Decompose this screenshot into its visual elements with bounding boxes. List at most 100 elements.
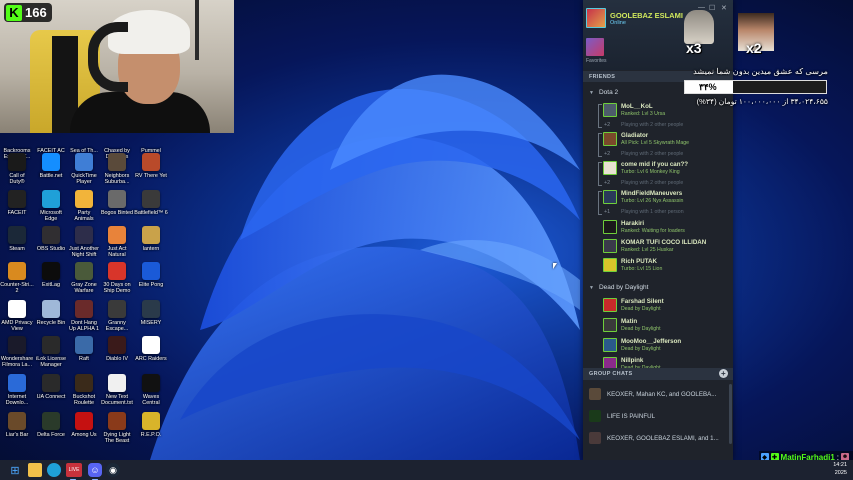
edge-icon[interactable]: [47, 463, 61, 477]
desktop-icon-label: Battlefield™ 6: [134, 210, 168, 216]
desktop-icon[interactable]: AMD Privacy View: [0, 300, 34, 332]
waves-icon: [142, 374, 160, 392]
party-count: +2: [604, 122, 611, 128]
desktop-icon[interactable]: Neighbors Suburba...: [100, 153, 134, 185]
desktop-icon[interactable]: Dont Hang Up ALPHA 1: [67, 300, 101, 332]
friend-row[interactable]: Gladiator All Pick: Lvl 5 Skywrath Mage: [583, 130, 733, 150]
desktop-icon[interactable]: 30 Days on Ship Demo: [100, 262, 134, 294]
desktop-icon[interactable]: Sea of Th...: [67, 128, 101, 154]
desktop-icon[interactable]: iLok License Manager: [34, 336, 68, 368]
desktop-icon[interactable]: Among Us: [67, 412, 101, 438]
desktop-icon[interactable]: FACEIT: [0, 190, 34, 216]
taskbar: ⊞ LIVE ☺ ◉ 14:21 2025: [0, 460, 853, 480]
profile-status[interactable]: Online: [610, 20, 626, 26]
desktop-icon[interactable]: ExitLag: [34, 262, 68, 288]
desktop-icon[interactable]: Party Animals: [67, 190, 101, 222]
desktop-icon[interactable]: Raft: [67, 336, 101, 362]
desktop-icon[interactable]: Buckshot Roulette: [67, 374, 101, 406]
edge-icon: [42, 190, 60, 208]
friend-row[interactable]: Matin Dead by Daylight: [583, 316, 733, 336]
desktop-icon[interactable]: Diablo IV: [100, 336, 134, 362]
folder-icon[interactable]: [28, 463, 42, 477]
friend-status: Ranked: Lvl 25 Huskar: [621, 247, 674, 253]
friend-row[interactable]: Rich PUTAK Turbo: Lvl 15 Lion: [583, 256, 733, 276]
maximize-icon[interactable]: ☐: [709, 4, 715, 12]
add-group-chat-icon[interactable]: +: [719, 369, 728, 378]
desktop-icon[interactable]: Microsoft Edge: [34, 190, 68, 222]
arc-raiders-icon: [142, 336, 160, 354]
friend-row[interactable]: come mid if you can?? Turbo: Lvl 6 Monkey…: [583, 159, 733, 179]
desktop-icon[interactable]: Just Another Night Shift: [67, 226, 101, 258]
friend-status: Ranked: Lvl 3 Ursa: [621, 111, 666, 117]
desktop-icon[interactable]: Counter-Stri... 2: [0, 262, 34, 294]
amd-icon: [8, 300, 26, 318]
desktop-icon[interactable]: Granny Escape...: [100, 300, 134, 332]
desktop-icon[interactable]: QuickTime Player: [67, 153, 101, 185]
group-chat-row[interactable]: KEOXER, GOOLEBAZ ESLAMI, and 1...: [583, 428, 728, 448]
desktop-icon[interactable]: Waves Central: [134, 374, 168, 406]
profile-avatar[interactable]: [586, 8, 606, 28]
desktop-icon-label: FACEIT: [7, 210, 27, 216]
desktop-icon[interactable]: Call of Duty®: [0, 153, 34, 185]
close-icon[interactable]: ✕: [721, 4, 727, 12]
system-clock[interactable]: 14:21 2025: [833, 462, 847, 477]
friend-row[interactable]: KOMAR TUFI COCO ILLIDAN Ranked: Lvl 25 Hu…: [583, 237, 733, 257]
desktop-icon[interactable]: Bogos Binted: [100, 190, 134, 216]
group-chats-header[interactable]: GROUP CHATS +: [583, 368, 733, 380]
desktop-icon[interactable]: ARC Raiders: [134, 336, 168, 362]
friend-status: Turbo: Lvl 26 Nyx Assassin: [621, 198, 684, 204]
desktop-icon[interactable]: Steam: [0, 226, 34, 252]
desktop-icon[interactable]: MISERY: [134, 300, 168, 326]
friend-row[interactable]: MooMoo__Jefferson Dead by Daylight: [583, 336, 733, 356]
favorite-friend-avatar[interactable]: [586, 38, 604, 56]
grayzone-icon: [75, 262, 93, 280]
friend-row[interactable]: MindFieldManeuvers Turbo: Lvl 26 Nyx Assa…: [583, 188, 733, 208]
group-chat-row[interactable]: LIFE IS PAINFUL: [583, 406, 728, 426]
windows-icon[interactable]: ⊞: [8, 463, 22, 477]
group-chat-avatar: [589, 432, 601, 444]
group-chat-row[interactable]: KEOXER, Mahan KC, and GOOLEBA...: [583, 384, 728, 404]
desktop-icon[interactable]: FACEIT AC: [34, 128, 68, 154]
party-text: Playing with 2 other people: [621, 151, 684, 157]
neighbors-icon: [108, 153, 126, 171]
desktop-icon-label: Diablo IV: [106, 356, 128, 362]
desktop-icon[interactable]: RV There Yet: [134, 153, 168, 179]
desktop-icon[interactable]: Recycle Bin: [34, 300, 68, 326]
desktop-icon[interactable]: Elite Pong: [134, 262, 168, 288]
chevron-down-icon: ▼: [589, 284, 594, 291]
desktop-icon[interactable]: OBS Studio: [34, 226, 68, 252]
text-doc-icon: [108, 374, 126, 392]
desktop-icon[interactable]: Dying Light The Beast: [100, 412, 134, 444]
friend-row[interactable]: Harakiri Ranked: Waiting for loaders: [583, 218, 733, 238]
profile-name[interactable]: GOOLEBAZ ESLAMI: [610, 11, 683, 20]
desktop-icon-label: MISERY: [140, 320, 162, 326]
desktop-icon-label: Bogos Binted: [100, 210, 134, 216]
group-dead-by-daylight[interactable]: ▼ Dead by Daylight: [583, 282, 733, 293]
discord-icon[interactable]: ☺: [88, 463, 102, 480]
group-chat-scrollbar[interactable]: [729, 384, 732, 444]
filmora-icon: [8, 336, 26, 354]
steam-icon[interactable]: ◉: [106, 463, 120, 477]
desktop-icon[interactable]: Delta Force: [34, 412, 68, 438]
desktop-icon[interactable]: Just Act Natural: [100, 226, 134, 258]
desktop-icon-label: Elite Pong: [138, 282, 164, 288]
mic-arm: [195, 0, 199, 60]
friend-row[interactable]: Farshad Silent Dead by Daylight: [583, 296, 733, 316]
bogos-icon: [108, 190, 126, 208]
chevron-down-icon: ▼: [589, 89, 594, 96]
desktop-icon[interactable]: Battle.net: [34, 153, 68, 179]
desktop-icon[interactable]: Battlefield™ 6: [134, 190, 168, 216]
group-chat-name: LIFE IS PAINFUL: [607, 412, 656, 420]
desktop-icon[interactable]: Gray Zone Warfare: [67, 262, 101, 294]
desktop-icon-label: RV There Yet: [135, 173, 167, 179]
desktop-icon[interactable]: New Text Document.txt: [100, 374, 134, 406]
live-icon[interactable]: LIVE: [66, 463, 82, 480]
desktop-icon-label: Delta Force: [37, 432, 65, 438]
desktop-icon[interactable]: Wondershare Filmora La...: [0, 336, 34, 368]
desktop-icon[interactable]: UA Connect: [34, 374, 68, 400]
desktop-icon[interactable]: Liar's Bar: [0, 412, 34, 438]
desktop-icon[interactable]: lantern: [134, 226, 168, 252]
desktop-icon[interactable]: R.E.P.O.: [134, 412, 168, 438]
party-count: +2: [604, 180, 611, 186]
desktop-icon[interactable]: Internet Downlo...: [0, 374, 34, 406]
